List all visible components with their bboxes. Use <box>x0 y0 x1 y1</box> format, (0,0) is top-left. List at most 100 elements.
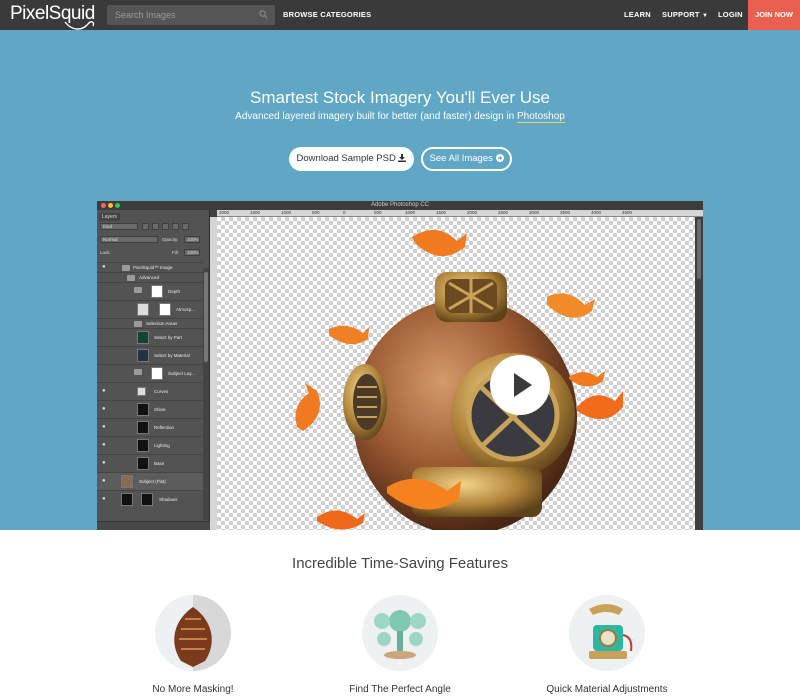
ps-layer-row: ● PixelSquid™ Image <box>97 262 203 272</box>
ps-layer-name: Curves <box>154 389 169 394</box>
ps-canvas-scroll-thumb[interactable] <box>697 219 701 279</box>
search-icon[interactable] <box>259 10 268 19</box>
ps-layer-name: Reflection <box>154 425 175 430</box>
ps-layer-row: Atmosp... <box>97 300 203 318</box>
pixelsquid-logo[interactable]: PixelSquid <box>10 3 95 30</box>
learn-link[interactable]: LEARN <box>624 0 651 30</box>
hero-subtitle: Advanced layered imagery built for bette… <box>0 111 800 123</box>
download-icon <box>398 154 407 162</box>
play-icon <box>514 373 532 397</box>
ps-layer-name: Base <box>154 461 165 466</box>
hero-subtitle-text: Advanced layered imagery built for bette… <box>235 111 517 122</box>
ps-layer-name: Subject Lay... <box>168 371 195 376</box>
ps-filter-icon-5 <box>182 223 189 230</box>
layer-thumbnail <box>137 421 149 434</box>
ruler-tick-label: 500 <box>312 210 320 215</box>
photoshop-demo-window[interactable]: Adobe Photoshop CC Layers Kind Normal Op… <box>97 201 703 530</box>
telephone-icon <box>589 604 633 659</box>
ps-panel-footer-icons <box>97 521 210 530</box>
ps-layer-name: Select by Part <box>154 335 183 340</box>
top-nav: PixelSquid BROWSE CATEGORIES LEARN SUPPO… <box>0 0 800 30</box>
ps-layers-panel: Layers Kind Normal Opacity: 100% Lock: F… <box>97 210 210 530</box>
eye-icon: ● <box>102 406 106 412</box>
layer-mask-thumbnail <box>151 285 163 298</box>
layer-thumbnail <box>137 303 149 316</box>
ps-layer-name: Shine <box>154 407 166 412</box>
ps-layer-row: ● Shine <box>97 400 203 418</box>
ps-layer-name: Selection Areas <box>146 321 178 326</box>
login-link[interactable]: LOGIN <box>718 0 743 30</box>
folder-icon <box>134 321 142 327</box>
ps-layers-scrollbar[interactable] <box>203 268 209 520</box>
ps-layer-row: Select by Material <box>97 346 203 364</box>
video-play-button[interactable] <box>490 355 550 415</box>
caret-down-icon: ▼ <box>701 13 709 19</box>
folder-icon <box>127 275 135 281</box>
photoshop-link[interactable]: Photoshop <box>517 111 565 123</box>
browse-categories-link[interactable]: BROWSE CATEGORIES <box>283 0 371 30</box>
ps-layer-row: Depth <box>97 282 203 300</box>
feature-label-masking: No More Masking! <box>152 684 234 695</box>
eye-icon: ● <box>102 460 106 466</box>
layer-mask-thumbnail <box>159 303 171 316</box>
ruler-tick-label: 0 <box>343 210 346 215</box>
ps-layer-name: Subject (Flat) <box>139 479 166 484</box>
ps-layer-row: ● Base <box>97 454 203 472</box>
zoom-dot-icon <box>115 203 120 208</box>
ps-blend-select: Normal <box>100 236 158 243</box>
ps-opacity-value-text: 100% <box>187 237 199 242</box>
feature-image-pinecone <box>155 595 231 671</box>
layer-mask-thumbnail <box>151 367 163 380</box>
ps-layer-name: Select by Material <box>154 353 190 358</box>
curves-icon <box>137 387 146 396</box>
download-sample-psd-button[interactable]: Download Sample PSD <box>289 147 414 171</box>
ruler-tick-label: 3000 <box>529 210 540 215</box>
ps-scroll-thumb[interactable] <box>204 272 208 362</box>
eye-icon: ● <box>102 478 106 484</box>
ps-layer-name: Advanced <box>139 275 160 280</box>
ruler-tick-label: 2000 <box>467 210 478 215</box>
close-dot-icon <box>101 203 106 208</box>
ps-layer-row: Selection Areas <box>97 318 203 328</box>
hero-title: Smartest Stock Imagery You'll Ever Use <box>250 88 550 107</box>
layer-thumbnail <box>137 457 149 470</box>
eye-icon: ● <box>102 496 106 502</box>
feature-label-material: Quick Material Adjustments <box>546 684 668 695</box>
ps-fill-value: 100% <box>184 249 200 256</box>
ruler-tick-label: 4500 <box>622 210 633 215</box>
ps-filter-icon-3 <box>162 223 169 230</box>
join-now-button[interactable]: JOIN NOW <box>748 0 800 30</box>
ruler-tick-label: 3500 <box>560 210 571 215</box>
ps-layer-row: ● Subject (Flat) <box>97 472 203 490</box>
layer-thumbnail <box>137 349 149 362</box>
ps-kind-label: Kind <box>103 224 113 229</box>
feature-image-fans <box>362 595 438 671</box>
ps-opacity-label: Opacity: <box>162 237 179 242</box>
minimize-dot-icon <box>108 203 113 208</box>
support-menu[interactable]: SUPPORT ▼ <box>662 0 708 30</box>
fans-icon <box>374 610 426 659</box>
ps-layer-name: Atmosp... <box>176 307 196 312</box>
ps-layer-row: Subject Lay... <box>97 364 203 382</box>
ps-ruler-top: 2000 1500 1000 500 0 500 1000 1500 2000 2500 3000 3… <box>217 210 703 217</box>
ps-fill-label: Fill: <box>172 250 179 255</box>
ps-filter-icon-1 <box>142 223 149 230</box>
pinecone-icon <box>174 595 231 671</box>
see-all-images-button[interactable]: See All Images <box>421 147 512 171</box>
ruler-tick-label: 2500 <box>498 210 509 215</box>
ruler-tick-label: 2000 <box>219 210 230 215</box>
ps-layer-name: PixelSquid™ Image <box>133 265 173 270</box>
ps-canvas-scrollbar[interactable] <box>695 217 703 530</box>
ps-fill-value-text: 100% <box>187 250 199 255</box>
ruler-tick-label: 1500 <box>436 210 447 215</box>
arrow-circle-right-icon <box>495 154 504 162</box>
ps-layer-row: Select by Part <box>97 328 203 346</box>
ps-layer-row: ● Lighting <box>97 436 203 454</box>
folder-icon <box>122 265 130 271</box>
download-label: Download Sample PSD <box>296 153 396 164</box>
feature-label-angle: Find The Perfect Angle <box>349 684 451 695</box>
ps-opacity-value: 100% <box>184 236 200 243</box>
search-input[interactable] <box>107 5 247 25</box>
ps-layer-name: Lighting <box>154 443 170 448</box>
ps-filter-icon-4 <box>172 223 179 230</box>
